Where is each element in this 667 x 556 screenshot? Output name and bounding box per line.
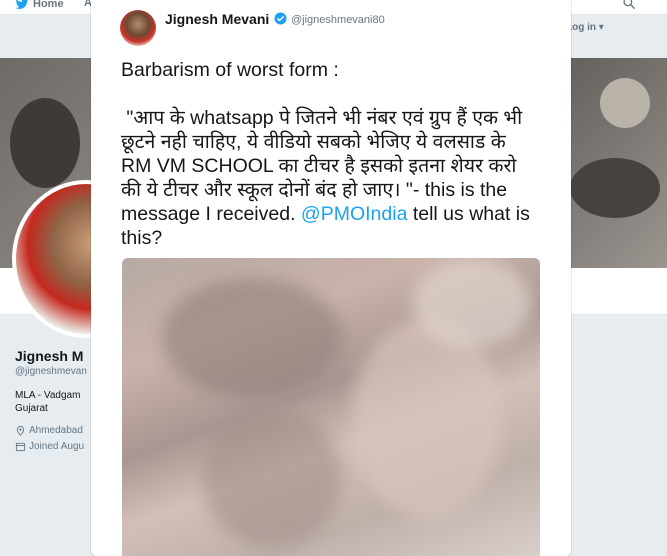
- profile-bio: MLA - Vadgam Gujarat: [15, 389, 95, 415]
- mention-link[interactable]: @PMOIndia: [301, 203, 408, 225]
- tweet-author-avatar[interactable]: [120, 10, 156, 46]
- login-dropdown[interactable]: Log in ▾: [566, 22, 604, 33]
- profile-bio-line: Gujarat: [15, 403, 48, 414]
- profile-location: Ahmedabad: [15, 425, 95, 436]
- nav-home[interactable]: Home: [15, 0, 64, 11]
- location-pin-icon: [16, 425, 25, 436]
- profile-handle: @jigneshmevan: [15, 366, 87, 377]
- twitter-bird-icon: [15, 0, 29, 10]
- tweet-permalink-modal: Jignesh Mevani @jigneshmevani80 Barbaris…: [91, 0, 571, 556]
- profile-card: Jignesh M @jigneshmevan MLA - Vadgam Guj…: [15, 348, 95, 452]
- profile-name: Jignesh M: [15, 348, 84, 364]
- tweet-author-name[interactable]: Jignesh Mevani: [165, 11, 269, 27]
- tweet-author-handle[interactable]: @jigneshmevani80: [291, 14, 385, 26]
- search-icon[interactable]: [622, 0, 636, 10]
- tweet-text: Barbarism of worst form : "आप के whatsap…: [121, 58, 541, 250]
- nav-home-label: Home: [33, 0, 64, 10]
- verified-badge-icon: [274, 12, 287, 25]
- tweet-video-thumbnail[interactable]: [122, 258, 540, 556]
- profile-location-text: Ahmedabad: [29, 425, 83, 436]
- calendar-icon: [15, 442, 26, 452]
- profile-joined-text: Joined Augu: [29, 441, 85, 452]
- profile-joined: Joined Augu: [15, 441, 95, 452]
- profile-bio-line: MLA - Vadgam: [15, 390, 81, 401]
- tweet-text-body: Barbarism of worst form : "आप के whatsap…: [121, 59, 523, 225]
